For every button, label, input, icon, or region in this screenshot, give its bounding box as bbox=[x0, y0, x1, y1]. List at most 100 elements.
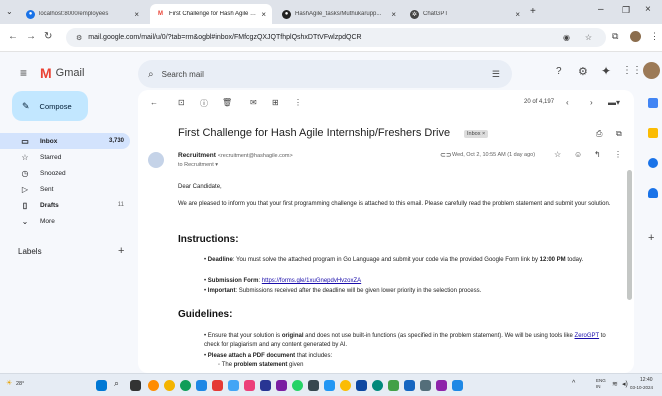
app-icon-14[interactable] bbox=[420, 380, 431, 391]
get-addons-button[interactable]: + bbox=[648, 232, 654, 244]
profile-avatar[interactable] bbox=[630, 31, 641, 42]
mail-scrollbar[interactable] bbox=[627, 170, 632, 300]
star-email-icon[interactable]: ☆ bbox=[554, 150, 561, 159]
sender-name[interactable]: Recruitment bbox=[178, 152, 216, 159]
chrome-icon[interactable] bbox=[340, 380, 351, 391]
search-input[interactable]: ⌕ Search mail ☰ bbox=[138, 60, 512, 88]
app-icon-9[interactable] bbox=[324, 380, 335, 391]
search-options-icon[interactable]: ☰ bbox=[492, 69, 500, 80]
tab-localhost[interactable]: ● localhost:8000/employees × bbox=[20, 4, 145, 24]
close-icon[interactable]: × bbox=[134, 10, 139, 19]
gemini-icon[interactable]: ✦ bbox=[601, 64, 611, 78]
app-icon-8[interactable] bbox=[308, 380, 319, 391]
reload-icon[interactable]: ↻ bbox=[44, 31, 52, 42]
app-icon-11[interactable] bbox=[372, 380, 383, 391]
app-icon-16[interactable] bbox=[452, 380, 463, 391]
tab-search-icon[interactable]: ⌄ bbox=[6, 7, 13, 16]
url-bar[interactable]: ⚙ mail.google.com/mail/u/0/?tab=rm&ogbl#… bbox=[66, 28, 606, 47]
reply-icon[interactable]: ↰ bbox=[594, 150, 601, 159]
instructions-heading: Instructions: bbox=[178, 234, 239, 245]
report-spam-icon[interactable]: ⓘ bbox=[200, 98, 208, 109]
start-icon[interactable] bbox=[96, 380, 107, 391]
bookmark-star-icon[interactable]: ☆ bbox=[585, 33, 592, 42]
app-icon-6[interactable] bbox=[260, 380, 271, 391]
inbox-label-chip[interactable]: Inbox × bbox=[464, 130, 489, 138]
sidebar-item-sent[interactable]: ▷ Sent bbox=[0, 181, 130, 197]
tab-chatgpt[interactable]: ✲ ChatGPT × bbox=[404, 4, 526, 24]
tasks-icon[interactable] bbox=[648, 158, 658, 168]
app-icon-13[interactable] bbox=[404, 380, 415, 391]
apps-grid-icon[interactable]: ⋮⋮ bbox=[622, 65, 642, 76]
older-chevron-icon[interactable]: › bbox=[590, 98, 593, 107]
taskbar-search-icon[interactable]: ⌕ bbox=[114, 378, 125, 389]
app-icon-5[interactable] bbox=[244, 380, 255, 391]
app-icon-15[interactable] bbox=[436, 380, 447, 391]
app-icon-2[interactable] bbox=[164, 380, 175, 391]
sidebar-item-snoozed[interactable]: ◷ Snoozed bbox=[0, 165, 130, 181]
search-icon[interactable]: ⌕ bbox=[148, 69, 154, 80]
app-icon-12[interactable] bbox=[388, 380, 399, 391]
vscode-icon[interactable] bbox=[196, 380, 207, 391]
greeting: Dear Candidate, bbox=[178, 184, 222, 190]
new-tab-button[interactable]: + bbox=[530, 6, 536, 17]
sidebar-item-drafts[interactable]: ▯ Drafts 11 bbox=[0, 197, 130, 213]
tray-overflow-icon[interactable]: ^ bbox=[572, 380, 575, 387]
contacts-icon[interactable] bbox=[648, 188, 658, 198]
app-icon-4[interactable] bbox=[228, 380, 239, 391]
gmail-logo[interactable]: M Gmail bbox=[40, 65, 84, 81]
forward-arrow-icon[interactable]: → bbox=[26, 31, 36, 42]
keep-icon[interactable] bbox=[648, 128, 658, 138]
close-icon[interactable]: × bbox=[391, 10, 396, 19]
emoji-react-icon[interactable]: ☺ bbox=[574, 150, 582, 159]
weather-icon[interactable]: ☀ bbox=[6, 379, 12, 387]
input-tools-icon[interactable]: ▬▾ bbox=[608, 98, 620, 107]
help-icon[interactable]: ? bbox=[556, 66, 562, 77]
app-icon-10[interactable] bbox=[356, 380, 367, 391]
tab-gmail[interactable]: M First Challenge for Hash Agile Inte × bbox=[150, 4, 272, 24]
move-to-icon[interactable]: ⊞ bbox=[272, 98, 279, 107]
back-to-inbox-icon[interactable]: ← bbox=[150, 98, 158, 107]
recipient-line[interactable]: to Recruitment ▾ bbox=[178, 162, 218, 168]
app-icon-7[interactable] bbox=[276, 380, 287, 391]
add-label-button[interactable]: + bbox=[118, 245, 124, 257]
browser-menu-icon[interactable]: ⋮ bbox=[650, 31, 659, 42]
zerogpt-link[interactable]: ZeroGPT bbox=[575, 333, 600, 339]
clock-time[interactable]: 12:40 bbox=[640, 377, 653, 383]
back-arrow-icon[interactable]: ← bbox=[8, 31, 18, 42]
minimize-button[interactable]: – bbox=[598, 4, 604, 15]
print-icon[interactable]: ⎙ bbox=[596, 129, 602, 139]
more-options-icon[interactable]: ⋮ bbox=[294, 98, 302, 107]
close-icon[interactable]: × bbox=[261, 10, 266, 19]
site-info-icon[interactable]: ⚙ bbox=[76, 34, 82, 42]
clock-date[interactable]: 03-10-2024 bbox=[630, 385, 653, 390]
calendar-icon[interactable] bbox=[648, 98, 658, 108]
volume-icon[interactable]: ◂) bbox=[622, 380, 628, 388]
tab-github[interactable]: ● HashAgile_tasks/Muthukarupp... × bbox=[276, 4, 402, 24]
sidebar-item-starred[interactable]: ☆ Starred bbox=[0, 149, 130, 165]
newer-chevron-icon[interactable]: ‹ bbox=[566, 98, 569, 107]
archive-icon[interactable]: ⊡ bbox=[178, 98, 185, 107]
maximize-button[interactable]: ❐ bbox=[622, 5, 630, 16]
account-avatar[interactable] bbox=[643, 62, 660, 79]
main-menu-icon[interactable]: ≡ bbox=[20, 66, 27, 80]
whatsapp-icon[interactable] bbox=[292, 380, 303, 391]
settings-icon[interactable]: ⚙ bbox=[578, 65, 588, 78]
edge-icon[interactable] bbox=[180, 380, 191, 391]
app-icon-1[interactable] bbox=[148, 380, 159, 391]
extensions-icon[interactable]: ⧉ bbox=[612, 31, 618, 42]
compose-button[interactable]: ✎ Compose bbox=[12, 91, 88, 121]
close-icon[interactable]: × bbox=[515, 10, 520, 19]
app-icon-3[interactable] bbox=[212, 380, 223, 391]
sidebar-item-inbox[interactable]: ▭ Inbox 3,730 bbox=[0, 133, 130, 149]
wifi-icon[interactable]: ≋ bbox=[612, 380, 618, 388]
sidebar-item-more[interactable]: ⌄ More bbox=[0, 213, 130, 229]
delete-icon[interactable]: 🗑︎ bbox=[222, 98, 232, 107]
submission-form-link[interactable]: https://forms.gle/1xuGnepdvHvzoxZA bbox=[262, 278, 361, 284]
extension-icon[interactable]: ◉ bbox=[563, 33, 570, 42]
task-view-icon[interactable] bbox=[130, 380, 141, 391]
language-indicator[interactable]: ENG IN bbox=[596, 378, 606, 390]
open-new-window-icon[interactable]: ⧉ bbox=[616, 129, 622, 139]
message-more-icon[interactable]: ⋮ bbox=[614, 150, 622, 159]
window-close-button[interactable]: × bbox=[645, 4, 651, 15]
mark-unread-icon[interactable]: ✉ bbox=[250, 98, 257, 107]
